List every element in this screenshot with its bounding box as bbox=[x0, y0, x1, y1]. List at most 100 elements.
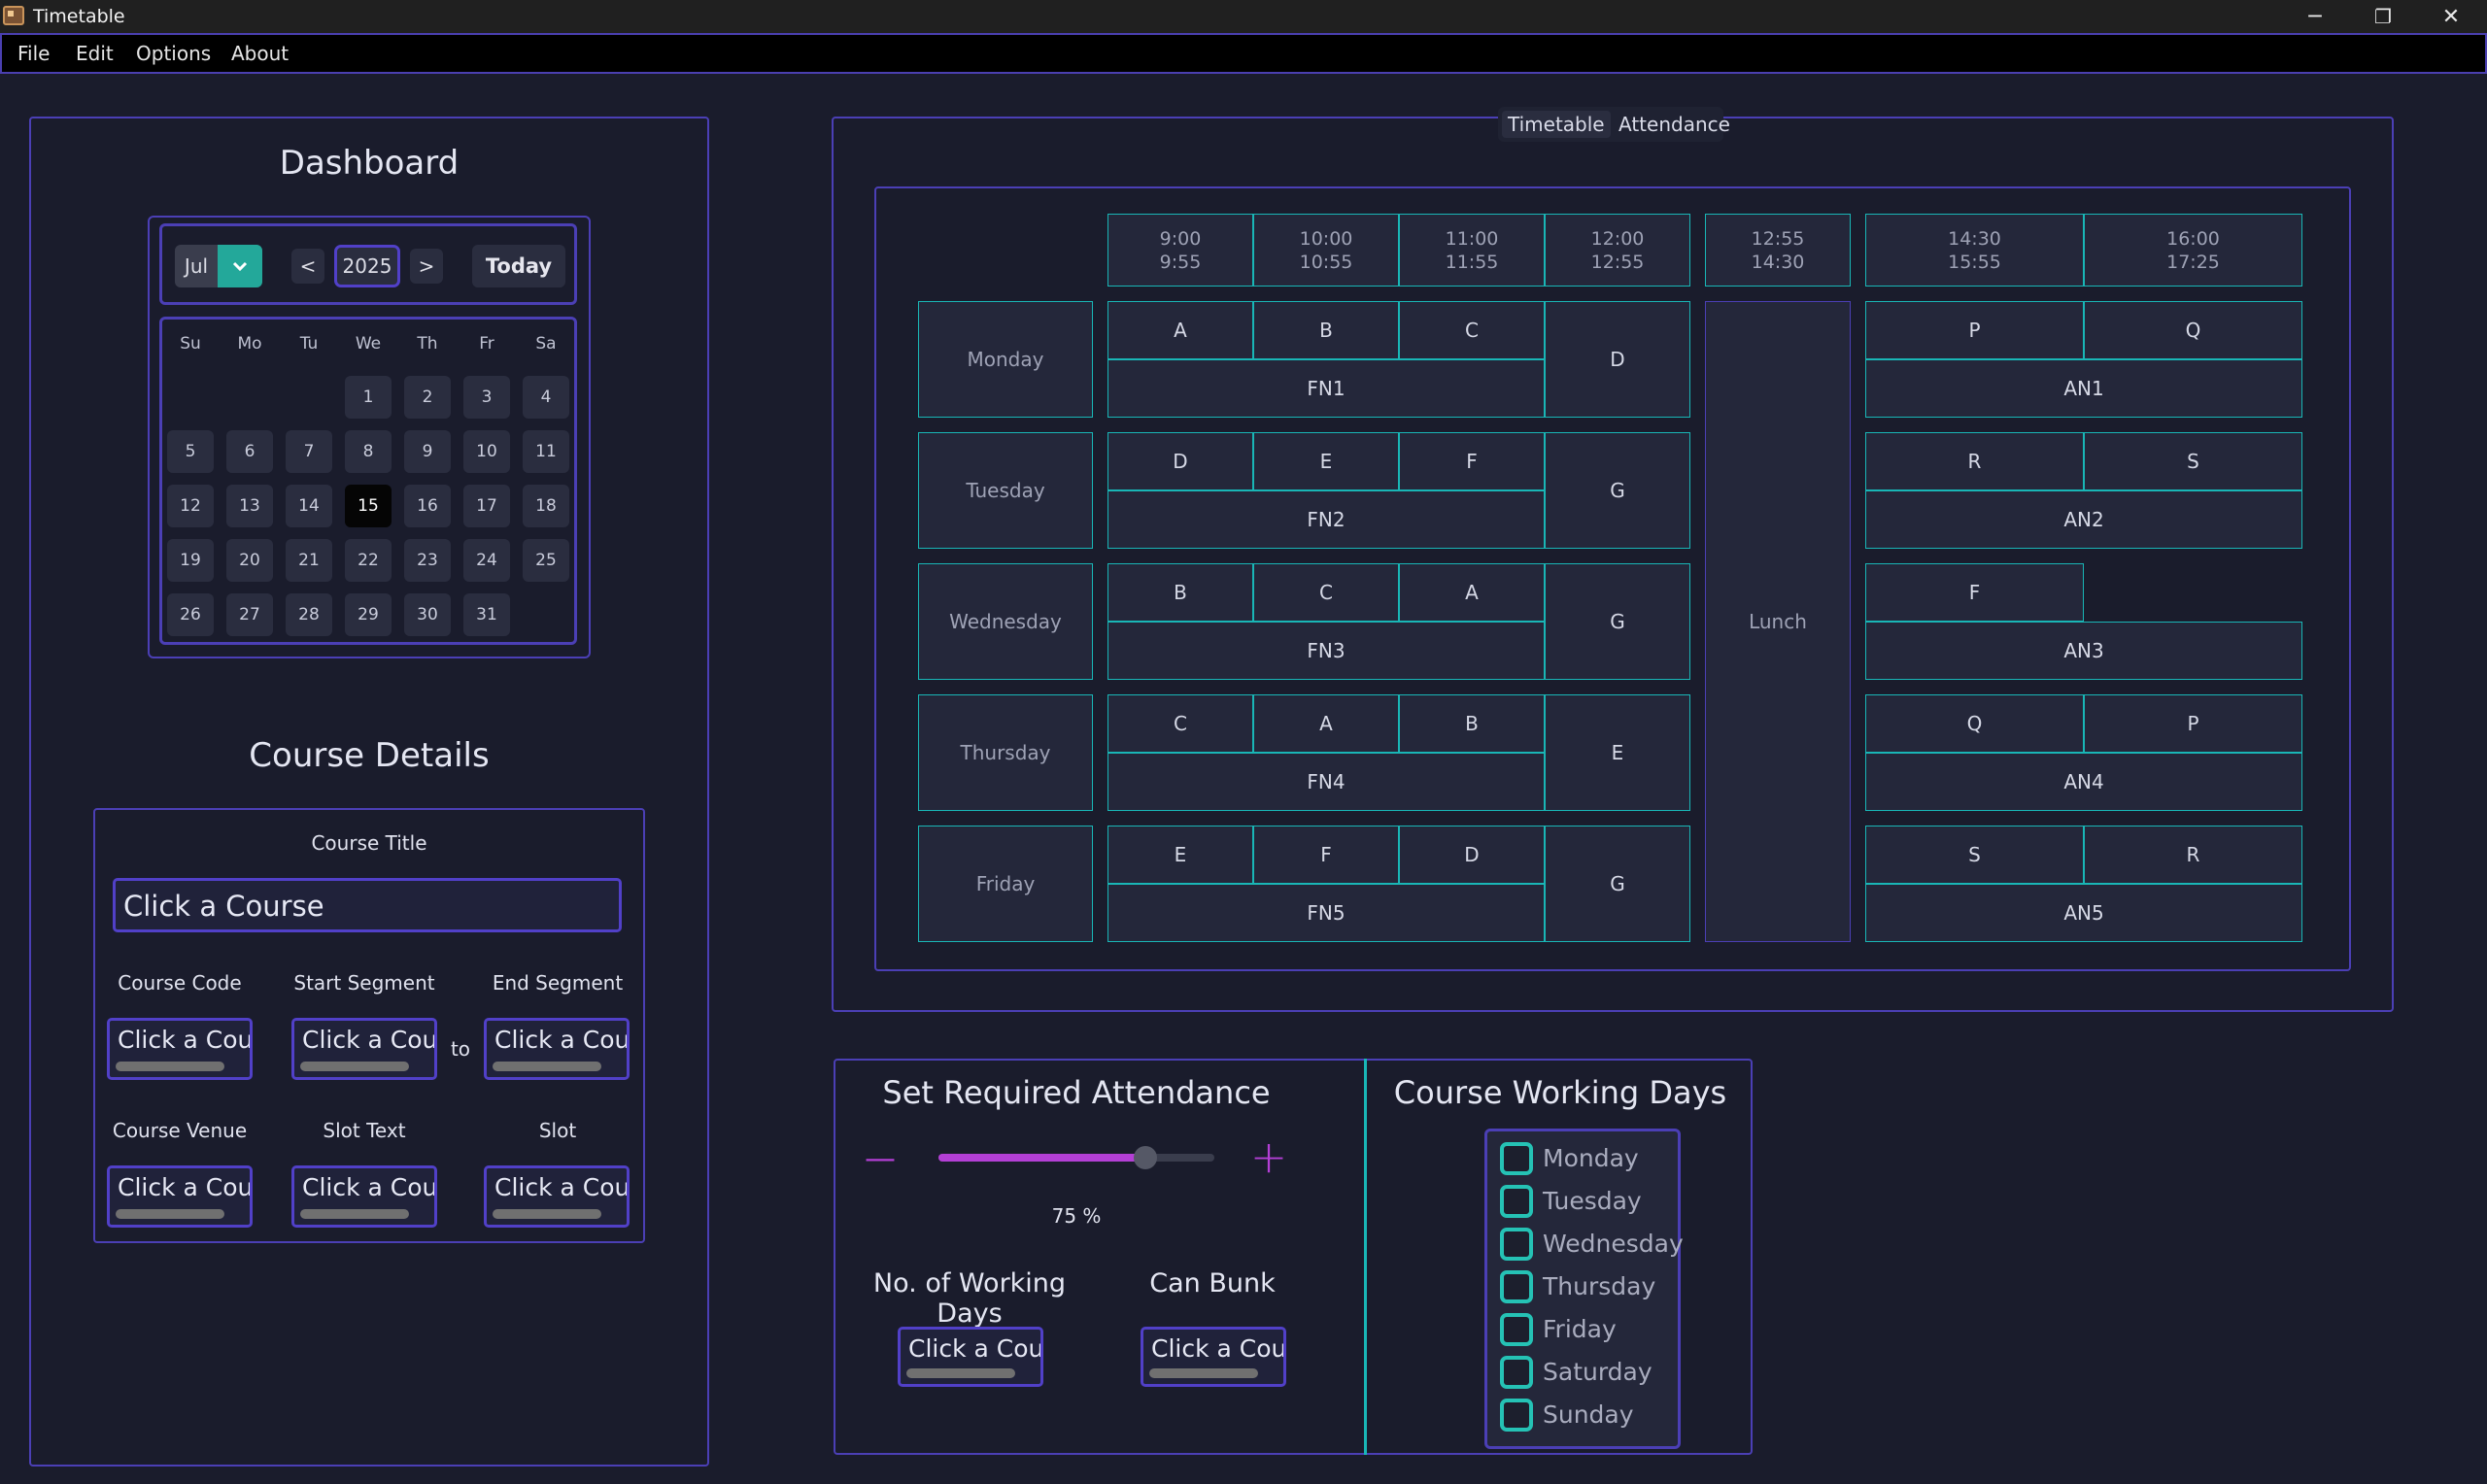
increase-attendance-button[interactable]: + bbox=[1247, 1130, 1290, 1183]
day-checkbox-label[interactable]: Friday bbox=[1543, 1315, 1617, 1343]
can-bunk-field[interactable]: Click a Cour bbox=[1141, 1327, 1286, 1387]
next-year-button[interactable]: > bbox=[410, 249, 443, 284]
calendar-day[interactable]: 22 bbox=[345, 539, 392, 582]
slot-cell[interactable]: F bbox=[1253, 826, 1399, 884]
slot-cell[interactable]: C bbox=[1399, 301, 1545, 359]
course-venue-field[interactable]: Click a Cour bbox=[107, 1165, 253, 1228]
slot-cell[interactable]: B bbox=[1107, 563, 1253, 622]
day-checkbox[interactable] bbox=[1500, 1399, 1533, 1432]
slot-cell[interactable]: G bbox=[1545, 563, 1690, 680]
slot-cell[interactable]: S bbox=[1865, 826, 2084, 884]
maximize-button[interactable]: ❐ bbox=[2349, 0, 2417, 33]
calendar-day[interactable]: 6 bbox=[226, 430, 273, 473]
afternoon-block[interactable]: AN3 bbox=[1865, 622, 2302, 680]
afternoon-block[interactable]: AN5 bbox=[1865, 884, 2302, 942]
calendar-day[interactable]: 23 bbox=[404, 539, 451, 582]
course-title-field[interactable]: Click a Course bbox=[113, 878, 622, 932]
day-checkbox-label[interactable]: Wednesday bbox=[1543, 1230, 1684, 1258]
month-select[interactable]: Jul bbox=[175, 245, 262, 287]
slot-cell[interactable]: A bbox=[1399, 563, 1545, 622]
decrease-attendance-button[interactable]: — bbox=[861, 1136, 900, 1179]
day-checkbox[interactable] bbox=[1500, 1313, 1533, 1346]
calendar-day[interactable]: 1 bbox=[345, 376, 392, 419]
forenoon-block[interactable]: FN2 bbox=[1107, 490, 1545, 549]
slot-cell[interactable]: E bbox=[1253, 432, 1399, 490]
day-checkbox-label[interactable]: Monday bbox=[1543, 1144, 1639, 1172]
menu-options[interactable]: Options bbox=[136, 42, 211, 65]
calendar-day[interactable]: 8 bbox=[345, 430, 392, 473]
slot-cell[interactable]: P bbox=[1865, 301, 2084, 359]
close-button[interactable]: ✕ bbox=[2417, 0, 2485, 33]
slot-cell[interactable]: R bbox=[1865, 432, 2084, 490]
forenoon-block[interactable]: FN3 bbox=[1107, 622, 1545, 680]
slot-cell[interactable]: F bbox=[1399, 432, 1545, 490]
slot-cell[interactable]: D bbox=[1399, 826, 1545, 884]
calendar-day[interactable]: 14 bbox=[286, 485, 332, 527]
calendar-day[interactable]: 19 bbox=[167, 539, 214, 582]
slot-cell[interactable]: D bbox=[1107, 432, 1253, 490]
slot-cell[interactable]: C bbox=[1107, 694, 1253, 753]
field-scrollbar[interactable] bbox=[493, 1062, 601, 1071]
course-code-field[interactable]: Click a Cour bbox=[107, 1018, 253, 1080]
calendar-day[interactable]: 20 bbox=[226, 539, 273, 582]
prev-year-button[interactable]: < bbox=[291, 249, 324, 284]
calendar-day[interactable]: 24 bbox=[463, 539, 510, 582]
calendar-day[interactable]: 16 bbox=[404, 485, 451, 527]
calendar-day[interactable]: 7 bbox=[286, 430, 332, 473]
slot-cell[interactable]: D bbox=[1545, 301, 1690, 418]
day-checkbox[interactable] bbox=[1500, 1228, 1533, 1261]
day-checkbox-label[interactable]: Thursday bbox=[1543, 1272, 1655, 1300]
menu-file[interactable]: File bbox=[17, 42, 50, 65]
calendar-day[interactable]: 29 bbox=[345, 593, 392, 636]
calendar-day[interactable]: 3 bbox=[463, 376, 510, 419]
calendar-day[interactable]: 10 bbox=[463, 430, 510, 473]
field-scrollbar[interactable] bbox=[1149, 1368, 1258, 1378]
calendar-day[interactable]: 5 bbox=[167, 430, 214, 473]
tab-timetable[interactable]: Timetable bbox=[1502, 111, 1611, 138]
working-days-field[interactable]: Click a Cour bbox=[898, 1327, 1043, 1387]
calendar-day[interactable]: 28 bbox=[286, 593, 332, 636]
slot-cell[interactable]: F bbox=[1865, 563, 2084, 622]
slot-cell[interactable]: A bbox=[1253, 694, 1399, 753]
calendar-day[interactable]: 11 bbox=[523, 430, 569, 473]
slot-cell[interactable]: C bbox=[1253, 563, 1399, 622]
start-segment-field[interactable]: Click a Cour bbox=[291, 1018, 437, 1080]
calendar-day[interactable]: 26 bbox=[167, 593, 214, 636]
menu-about[interactable]: About bbox=[231, 42, 289, 65]
slot-cell[interactable]: Q bbox=[2084, 301, 2302, 359]
day-checkbox-label[interactable]: Saturday bbox=[1543, 1358, 1652, 1386]
slot-cell[interactable]: P bbox=[2084, 694, 2302, 753]
afternoon-block[interactable]: AN2 bbox=[1865, 490, 2302, 549]
year-input[interactable]: 2025 bbox=[334, 245, 400, 287]
slot-cell[interactable]: E bbox=[1545, 694, 1690, 811]
slot-cell[interactable]: G bbox=[1545, 826, 1690, 942]
calendar-day[interactable]: 18 bbox=[523, 485, 569, 527]
calendar-day-selected[interactable]: 15 bbox=[345, 485, 392, 527]
field-scrollbar[interactable] bbox=[300, 1062, 409, 1071]
field-scrollbar[interactable] bbox=[300, 1209, 409, 1219]
field-scrollbar[interactable] bbox=[493, 1209, 601, 1219]
calendar-day[interactable]: 30 bbox=[404, 593, 451, 636]
day-checkbox[interactable] bbox=[1500, 1142, 1533, 1175]
day-checkbox-label[interactable]: Sunday bbox=[1543, 1400, 1634, 1429]
day-checkbox[interactable] bbox=[1500, 1356, 1533, 1389]
slot-cell[interactable]: B bbox=[1253, 301, 1399, 359]
attendance-slider[interactable] bbox=[938, 1146, 1214, 1169]
slot-text-field[interactable]: Click a Cour bbox=[291, 1165, 437, 1228]
calendar-day[interactable]: 21 bbox=[286, 539, 332, 582]
chevron-down-icon[interactable] bbox=[218, 245, 262, 287]
calendar-day[interactable]: 12 bbox=[167, 485, 214, 527]
calendar-day[interactable]: 25 bbox=[523, 539, 569, 582]
afternoon-block[interactable]: AN1 bbox=[1865, 359, 2302, 418]
field-scrollbar[interactable] bbox=[116, 1209, 224, 1219]
slot-cell[interactable]: B bbox=[1399, 694, 1545, 753]
slot-cell[interactable]: G bbox=[1545, 432, 1690, 549]
slot-cell[interactable]: E bbox=[1107, 826, 1253, 884]
day-checkbox[interactable] bbox=[1500, 1270, 1533, 1303]
calendar-day[interactable]: 2 bbox=[404, 376, 451, 419]
forenoon-block[interactable]: FN1 bbox=[1107, 359, 1545, 418]
afternoon-block[interactable]: AN4 bbox=[1865, 753, 2302, 811]
slot-cell[interactable]: A bbox=[1107, 301, 1253, 359]
today-button[interactable]: Today bbox=[472, 245, 565, 287]
field-scrollbar[interactable] bbox=[116, 1062, 224, 1071]
